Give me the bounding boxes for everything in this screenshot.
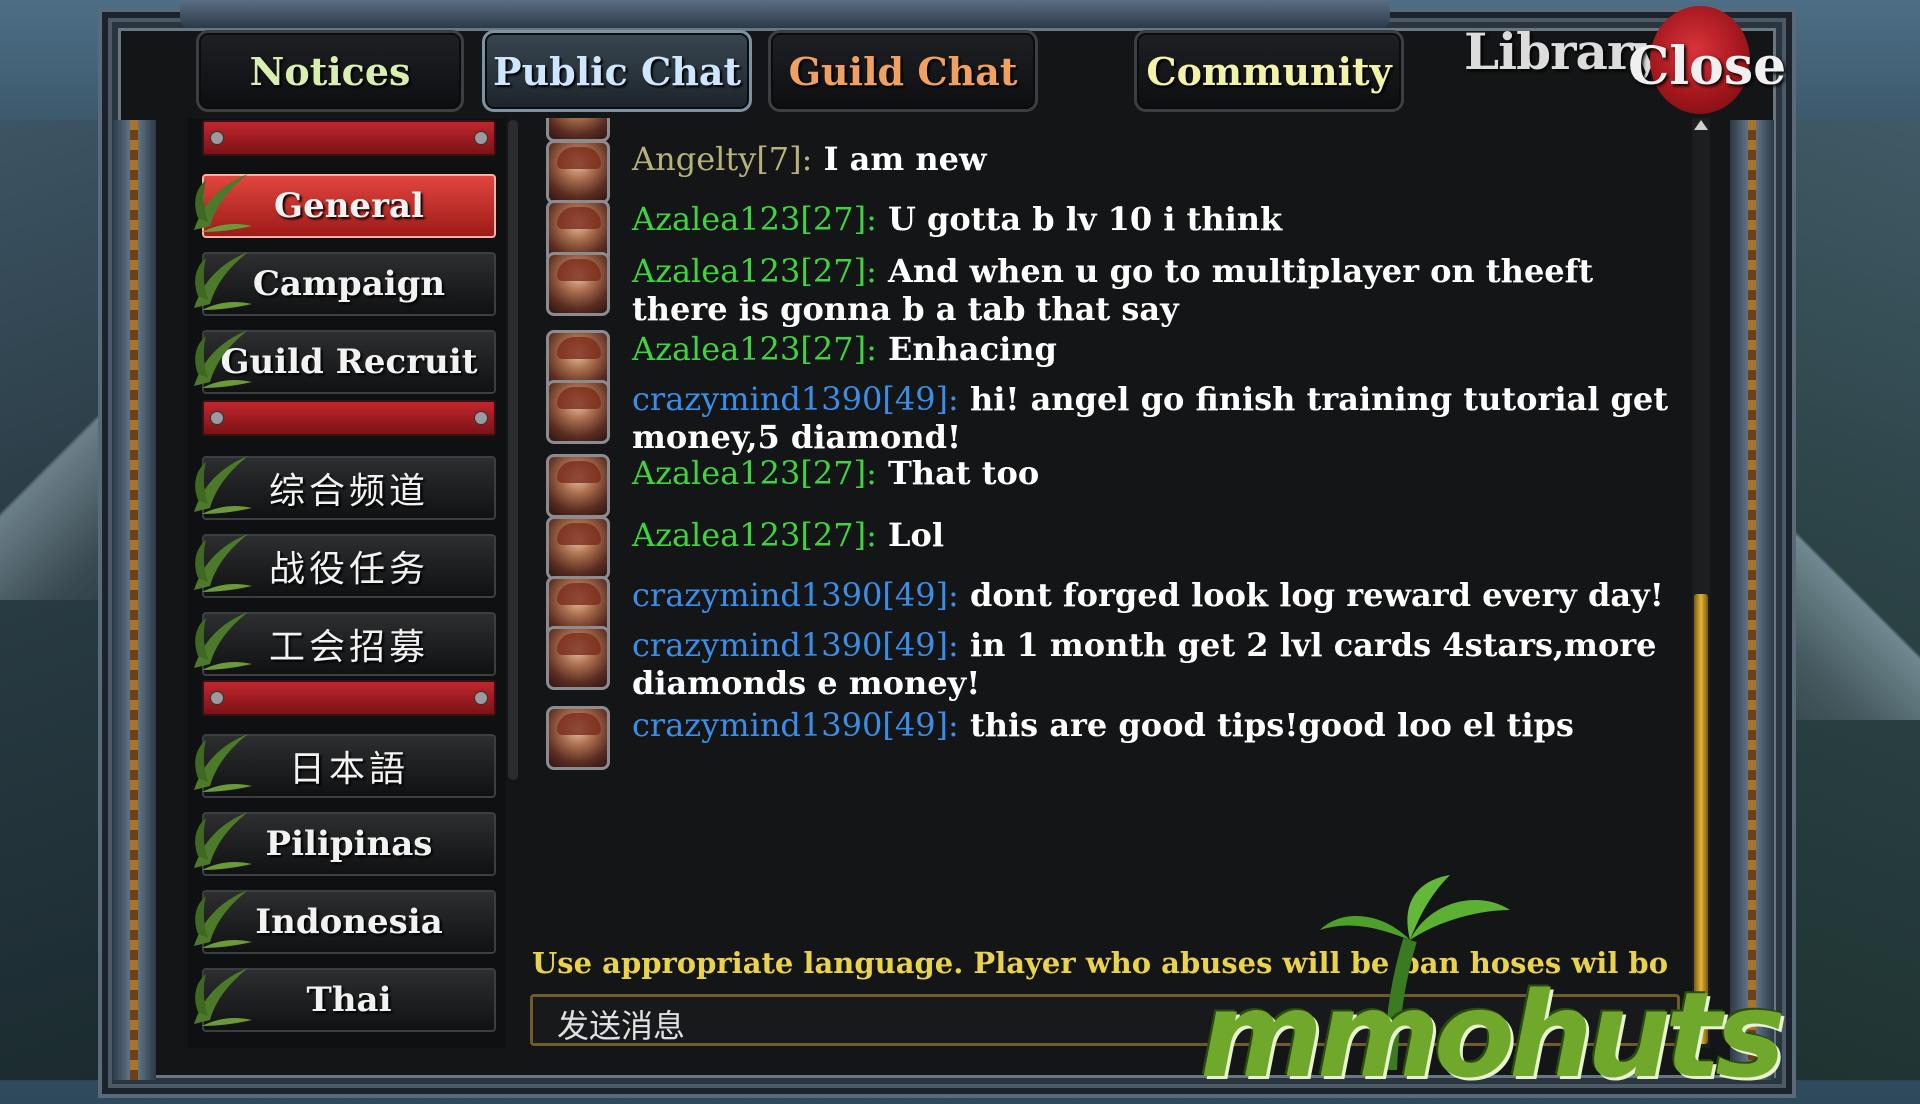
group-divider [202, 400, 496, 436]
player-name[interactable]: crazymind1390[49]: [632, 576, 959, 614]
chat-scrollbar[interactable] [1692, 118, 1710, 1048]
channel-label: 工会招募 [268, 627, 429, 668]
left-pillar [112, 120, 156, 1080]
group-divider [202, 680, 496, 716]
channel-sidebar: General Campaign Guild Recruit 综合频道 战役任务… [188, 118, 506, 1048]
channel-label: Pilipinas [265, 824, 433, 864]
message-body: Azalea123[27]: And when u go to multipla… [632, 252, 1672, 328]
tab-community-label: Community [1146, 48, 1392, 94]
player-name[interactable]: Azalea123[27]: [632, 516, 877, 554]
channel-indonesia[interactable]: Indonesia [194, 890, 496, 954]
player-avatar-icon[interactable] [546, 140, 610, 204]
leaf-decoration-icon [194, 252, 252, 310]
message-body: Azalea123[27]: Lol [632, 516, 1672, 554]
tab-public-chat-label: Public Chat [492, 48, 742, 94]
channel-label: Guild Recruit [220, 342, 478, 382]
channel-label: 战役任务 [268, 549, 429, 590]
sidebar-scrollbar[interactable] [508, 120, 518, 780]
channel-general[interactable]: General [194, 174, 496, 238]
channel-label: Thai [306, 980, 392, 1020]
message-body: Azalea123[27]: That too [632, 454, 1672, 492]
leaf-decoration-icon [194, 968, 252, 1026]
message-text: Enhacing [876, 330, 1057, 368]
message-text: That too [876, 454, 1040, 492]
player-avatar-icon[interactable] [546, 118, 610, 142]
channel-japanese[interactable]: 日本語 [194, 734, 496, 798]
leaf-decoration-icon [194, 330, 252, 388]
message-body: Angelty[7]: I am new [632, 140, 1672, 178]
frame-ornament [180, 0, 1390, 28]
message-body: Azalea123[27]: Enhacing [632, 330, 1672, 368]
message-text: Lol [876, 516, 944, 554]
player-name[interactable]: Angelty[7]: [632, 140, 812, 178]
message-body: Azalea123[27]: U gotta b lv 10 i think [632, 200, 1672, 238]
channel-thai[interactable]: Thai [194, 968, 496, 1032]
channel-campaign[interactable]: Campaign [194, 252, 496, 316]
tab-notices-label: Notices [249, 48, 411, 94]
leaf-decoration-icon [194, 734, 252, 792]
leaf-decoration-icon [194, 534, 252, 592]
player-name[interactable]: Azalea123[27]: [632, 454, 877, 492]
player-avatar-icon[interactable] [546, 516, 610, 580]
message-text: I am new [812, 140, 987, 178]
message-body: crazymind1390[49]: dont forged look log … [632, 576, 1672, 614]
tab-public-chat[interactable]: Public Chat [482, 30, 752, 112]
player-name[interactable]: Azalea123[27]: [632, 200, 877, 238]
player-avatar-icon[interactable] [546, 252, 610, 316]
player-name[interactable]: crazymind1390[49]: [632, 626, 959, 664]
player-name[interactable]: Azalea123[27]: [632, 252, 877, 290]
message-body: crazymind1390[49]: in 1 month get 2 lvl … [632, 626, 1672, 702]
language-warning: Use appropriate language. Player who abu… [532, 946, 1669, 980]
tab-notices[interactable]: Notices [196, 30, 464, 112]
message-body: crazymind1390[49]: hi! angel go finish t… [632, 380, 1672, 456]
message-text: this are good tips!good loo el tips [958, 706, 1574, 744]
player-name[interactable]: Azalea123[27]: [632, 330, 877, 368]
player-avatar-icon[interactable] [546, 706, 610, 770]
channel-label: 综合频道 [268, 471, 429, 512]
player-name[interactable]: crazymind1390[49]: [632, 706, 959, 744]
right-pillar [1730, 120, 1774, 1080]
close-label: Close [1628, 36, 1787, 97]
channel-label: 日本語 [288, 749, 409, 790]
scroll-thumb[interactable] [1694, 594, 1708, 1044]
leaf-decoration-icon [194, 612, 252, 670]
channel-guild-recruit-cn[interactable]: 工会招募 [194, 612, 496, 676]
scroll-up-icon[interactable] [1694, 120, 1708, 130]
leaf-decoration-icon [194, 456, 252, 514]
leaf-decoration-icon [194, 174, 252, 232]
channel-label: Indonesia [255, 902, 443, 942]
player-name[interactable]: crazymind1390[49]: [632, 380, 959, 418]
channel-label: General [274, 186, 424, 226]
group-divider [202, 120, 496, 156]
channel-label: Campaign [252, 264, 446, 304]
tab-community[interactable]: Community [1134, 30, 1404, 112]
send-message-input[interactable]: 发送消息 [530, 994, 1680, 1046]
close-button[interactable]: Close [1628, 6, 1787, 114]
chat-message-list: Angelty[7]: How do you do that?Angelty[7… [540, 118, 1690, 938]
channel-campaign-cn[interactable]: 战役任务 [194, 534, 496, 598]
leaf-decoration-icon [194, 812, 252, 870]
tab-guild-chat[interactable]: Guild Chat [768, 30, 1038, 112]
message-text: dont forged look log reward every day! [958, 576, 1664, 614]
message-body: crazymind1390[49]: this are good tips!go… [632, 706, 1672, 744]
tab-guild-chat-label: Guild Chat [788, 48, 1018, 94]
channel-general-cn[interactable]: 综合频道 [194, 456, 496, 520]
channel-guild-recruit[interactable]: Guild Recruit [194, 330, 496, 394]
message-text: U gotta b lv 10 i think [876, 200, 1283, 238]
player-avatar-icon[interactable] [546, 454, 610, 518]
player-avatar-icon[interactable] [546, 380, 610, 444]
player-avatar-icon[interactable] [546, 626, 610, 690]
leaf-decoration-icon [194, 890, 252, 948]
channel-pilipinas[interactable]: Pilipinas [194, 812, 496, 876]
